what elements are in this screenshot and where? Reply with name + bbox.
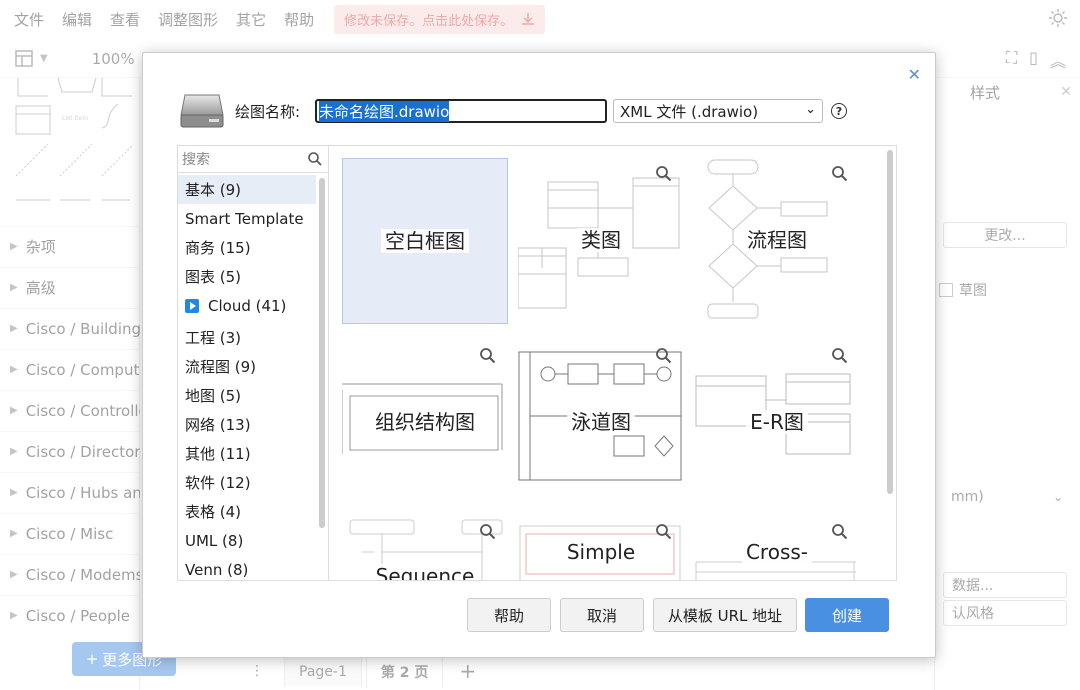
search-icon[interactable] — [308, 152, 322, 166]
template-flowchart[interactable]: 流程图 — [694, 158, 860, 324]
scrollbar[interactable] — [319, 178, 325, 528]
template-swimlane[interactable]: 泳道图 — [518, 340, 684, 506]
filename-input[interactable]: 未命名绘图.drawio — [315, 99, 607, 123]
template-org-chart[interactable]: 组织结构图 — [342, 340, 508, 506]
template-grid: 空白框图 类图 流程图 组织结构图 泳道图 E-R图 Sequence Simp… — [328, 145, 897, 581]
close-icon[interactable]: ✕ — [908, 65, 921, 84]
filename-value: 未命名绘图.drawio — [319, 100, 450, 122]
template-sequence[interactable]: Sequence — [342, 516, 508, 580]
category-list: 搜索 基本 (9) Smart Template 商务 (15) 图表 (5) … — [177, 145, 329, 581]
category-maps[interactable]: 地图 (5) — [178, 381, 316, 410]
scrollbar[interactable] — [887, 150, 893, 494]
zoom-icon[interactable] — [656, 524, 672, 540]
template-blank[interactable]: 空白框图 — [342, 158, 508, 324]
category-tables[interactable]: 表格 (4) — [178, 497, 316, 526]
category-uml[interactable]: UML (8) — [178, 526, 316, 555]
category-basic[interactable]: 基本 (9) — [178, 175, 316, 204]
template-cross-functional[interactable]: Cross- — [694, 516, 860, 580]
from-template-url-button[interactable]: 从模板 URL 地址 — [653, 598, 797, 632]
zoom-icon[interactable] — [656, 348, 672, 364]
search-input[interactable]: 搜索 — [178, 146, 328, 173]
category-charts[interactable]: 图表 (5) — [178, 262, 316, 291]
category-business[interactable]: 商务 (15) — [178, 233, 316, 262]
category-engineering[interactable]: 工程 (3) — [178, 323, 316, 352]
help-icon[interactable]: ? — [831, 103, 847, 119]
template-class-diagram[interactable]: 类图 — [518, 158, 684, 324]
category-smart-template[interactable]: Smart Template — [178, 204, 316, 233]
chevron-down-icon: ⌄ — [805, 102, 816, 117]
new-diagram-dialog: ✕ 绘图名称: 未命名绘图.drawio XML 文件 (.drawio) ⌄ … — [142, 52, 936, 658]
zoom-icon[interactable] — [656, 166, 672, 182]
help-button[interactable]: 帮助 — [467, 598, 551, 632]
zoom-icon[interactable] — [480, 348, 496, 364]
zoom-icon[interactable] — [832, 524, 848, 540]
category-venn[interactable]: Venn (8) — [178, 555, 316, 580]
drive-icon — [180, 94, 224, 128]
create-button[interactable]: 创建 — [805, 598, 889, 632]
category-network[interactable]: 网络 (13) — [178, 410, 316, 439]
template-er-diagram[interactable]: E-R图 — [694, 340, 860, 506]
cancel-button[interactable]: 取消 — [560, 598, 644, 632]
category-flowchart[interactable]: 流程图 (9) — [178, 352, 316, 381]
category-software[interactable]: 软件 (12) — [178, 468, 316, 497]
category-cloud[interactable]: Cloud (41) — [178, 291, 316, 320]
filename-label: 绘图名称: — [235, 103, 301, 121]
template-simple[interactable]: Simple — [518, 516, 684, 580]
format-select[interactable]: XML 文件 (.drawio) ⌄ — [613, 99, 823, 123]
zoom-icon[interactable] — [480, 524, 496, 540]
format-value: XML 文件 (.drawio) — [620, 102, 759, 121]
zoom-icon[interactable] — [832, 348, 848, 364]
expand-icon[interactable] — [185, 298, 199, 313]
category-other[interactable]: 其他 (11) — [178, 439, 316, 468]
zoom-icon[interactable] — [832, 166, 848, 182]
